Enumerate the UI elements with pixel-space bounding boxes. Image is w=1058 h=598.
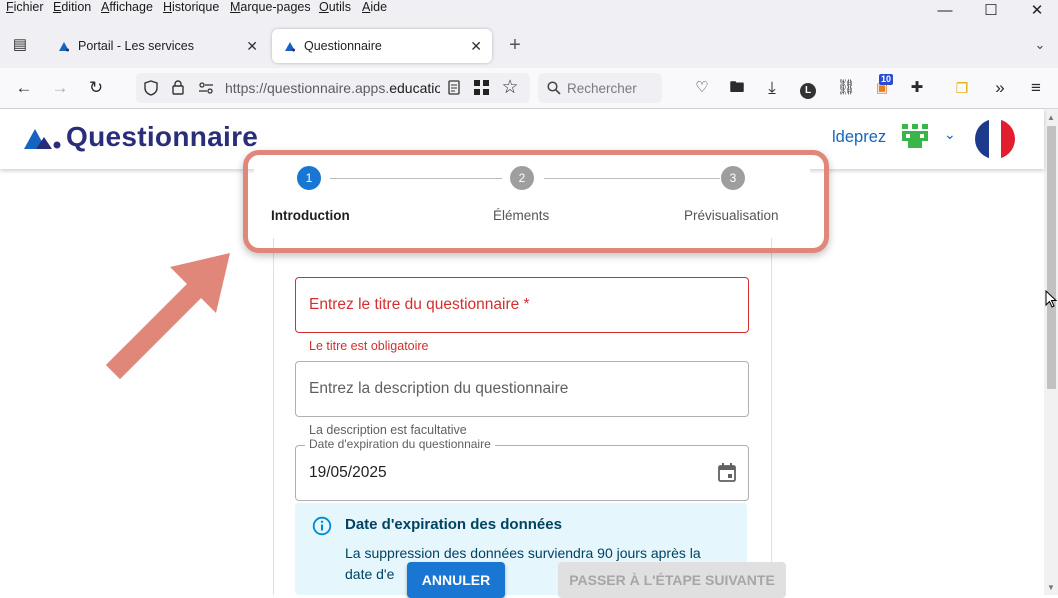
folder-icon[interactable]: 🖿 [725, 76, 749, 100]
back-icon[interactable]: ← [12, 76, 36, 100]
hamburger-menu-icon[interactable]: ≡ [1024, 76, 1048, 100]
list-tabs-icon[interactable]: ⌄ [1028, 33, 1052, 57]
annotation-arrow-icon [105, 253, 230, 380]
extensions-puzzle-icon[interactable]: ⛓ [834, 76, 858, 100]
minimize-icon[interactable]: — [922, 0, 968, 22]
menu-outils[interactable]: Outils [319, 0, 351, 14]
pocket-icon[interactable]: ♡ [690, 76, 714, 100]
search-placeholder: Rechercher [567, 81, 637, 96]
scroll-down-icon[interactable]: ▼ [1047, 583, 1055, 592]
cancel-button[interactable]: ANNULER [407, 562, 505, 598]
search-icon [547, 81, 561, 95]
new-tab-icon[interactable]: + [503, 33, 527, 57]
menu-fichier[interactable]: Fichier [6, 0, 44, 14]
tab-label: Questionnaire [304, 39, 382, 53]
expiry-date-label: Date d'expiration du questionnaire [305, 437, 495, 451]
permissions-icon[interactable] [198, 82, 214, 94]
username[interactable]: ldeprez [832, 128, 886, 147]
extension-badge: 10 [879, 74, 894, 85]
menu-aide[interactable]: Aide [362, 0, 387, 14]
description-helper-text: La description est facultative [309, 423, 467, 437]
multi-window-icon[interactable]: ❐ [950, 76, 974, 100]
url-host: educatio [389, 80, 440, 96]
url-prefix: https://questionnaire.apps. [225, 80, 390, 96]
mouse-cursor-icon [1045, 290, 1057, 308]
url-bar[interactable]: https://questionnaire.apps.educatio ☆ [136, 73, 530, 103]
app-title[interactable]: Questionnaire [66, 121, 258, 153]
annotation-highlight-box [243, 150, 829, 253]
alert-title: Date d'expiration des données [345, 516, 562, 533]
tab-portail[interactable]: Portail - Les services ✕ [46, 29, 268, 63]
qr-code-icon[interactable] [474, 80, 489, 95]
menu-edition[interactable]: Edition [53, 0, 91, 14]
account-avatar[interactable]: L [796, 76, 820, 100]
tab-overview-icon[interactable]: ▤ [8, 33, 32, 57]
search-input[interactable]: Rechercher [538, 73, 662, 103]
title-placeholder: Entrez le titre du questionnaire * [309, 296, 530, 313]
tab-label: Portail - Les services [78, 39, 195, 53]
app-logo-icon[interactable] [24, 127, 62, 149]
questionnaire-favicon-icon [285, 42, 295, 52]
menu-bar: Fichier Edition Affichage Historique Mar… [0, 0, 1058, 22]
overflow-chevron-icon[interactable]: » [988, 76, 1012, 100]
title-error-text: Le titre est obligatoire [309, 339, 429, 353]
scroll-thumb[interactable] [1047, 126, 1056, 389]
maximize-icon[interactable]: ☐ [968, 0, 1014, 22]
info-icon [312, 516, 332, 536]
calendar-icon[interactable] [718, 463, 736, 482]
scroll-up-icon[interactable]: ▲ [1047, 113, 1055, 122]
user-avatar-icon[interactable] [902, 124, 928, 148]
menu-marque-pages[interactable]: Marque-pages [230, 0, 311, 14]
expiry-date-value: 19/05/2025 [309, 464, 387, 481]
page-scrollbar[interactable]: ▲ ▼ [1044, 109, 1058, 595]
apps-grid-icon[interactable]: ✚ [905, 76, 929, 100]
menu-affichage[interactable]: Affichage [101, 0, 153, 14]
next-step-button[interactable]: PASSER À L'ÉTAPE SUIVANTE [558, 562, 786, 598]
questionnaire-favicon-icon [59, 42, 69, 52]
url-text[interactable]: https://questionnaire.apps.educatio [225, 80, 440, 96]
menu-historique[interactable]: Historique [163, 0, 219, 14]
close-window-icon[interactable]: ✕ [1014, 0, 1058, 22]
chevron-down-icon[interactable]: ⌄ [944, 126, 956, 143]
lock-icon[interactable] [172, 80, 184, 95]
description-field[interactable]: Entrez la description du questionnaire [295, 361, 749, 417]
navigation-bar: ← → ↻ https://questionnaire.apps.educati… [0, 68, 1058, 109]
expiry-date-field[interactable]: 19/05/2025 [295, 445, 749, 501]
shield-icon[interactable] [144, 80, 158, 96]
title-field[interactable]: Entrez le titre du questionnaire * [295, 277, 749, 333]
forward-icon[interactable]: → [48, 76, 72, 100]
tab-bar: ▤ Portail - Les services ✕ Questionnaire… [0, 22, 1058, 68]
close-tab-icon[interactable]: ✕ [246, 29, 258, 63]
account-letter: L [800, 83, 816, 99]
description-placeholder: Entrez la description du questionnaire [309, 380, 569, 397]
reload-icon[interactable]: ↻ [84, 76, 108, 100]
reader-view-icon[interactable] [448, 80, 460, 95]
download-icon[interactable]: ⤓ [760, 76, 784, 100]
tab-questionnaire[interactable]: Questionnaire ✕ [272, 29, 492, 63]
bookmark-star-icon[interactable]: ☆ [498, 76, 522, 100]
french-flag-icon[interactable] [975, 119, 1015, 159]
close-tab-icon[interactable]: ✕ [470, 29, 482, 63]
